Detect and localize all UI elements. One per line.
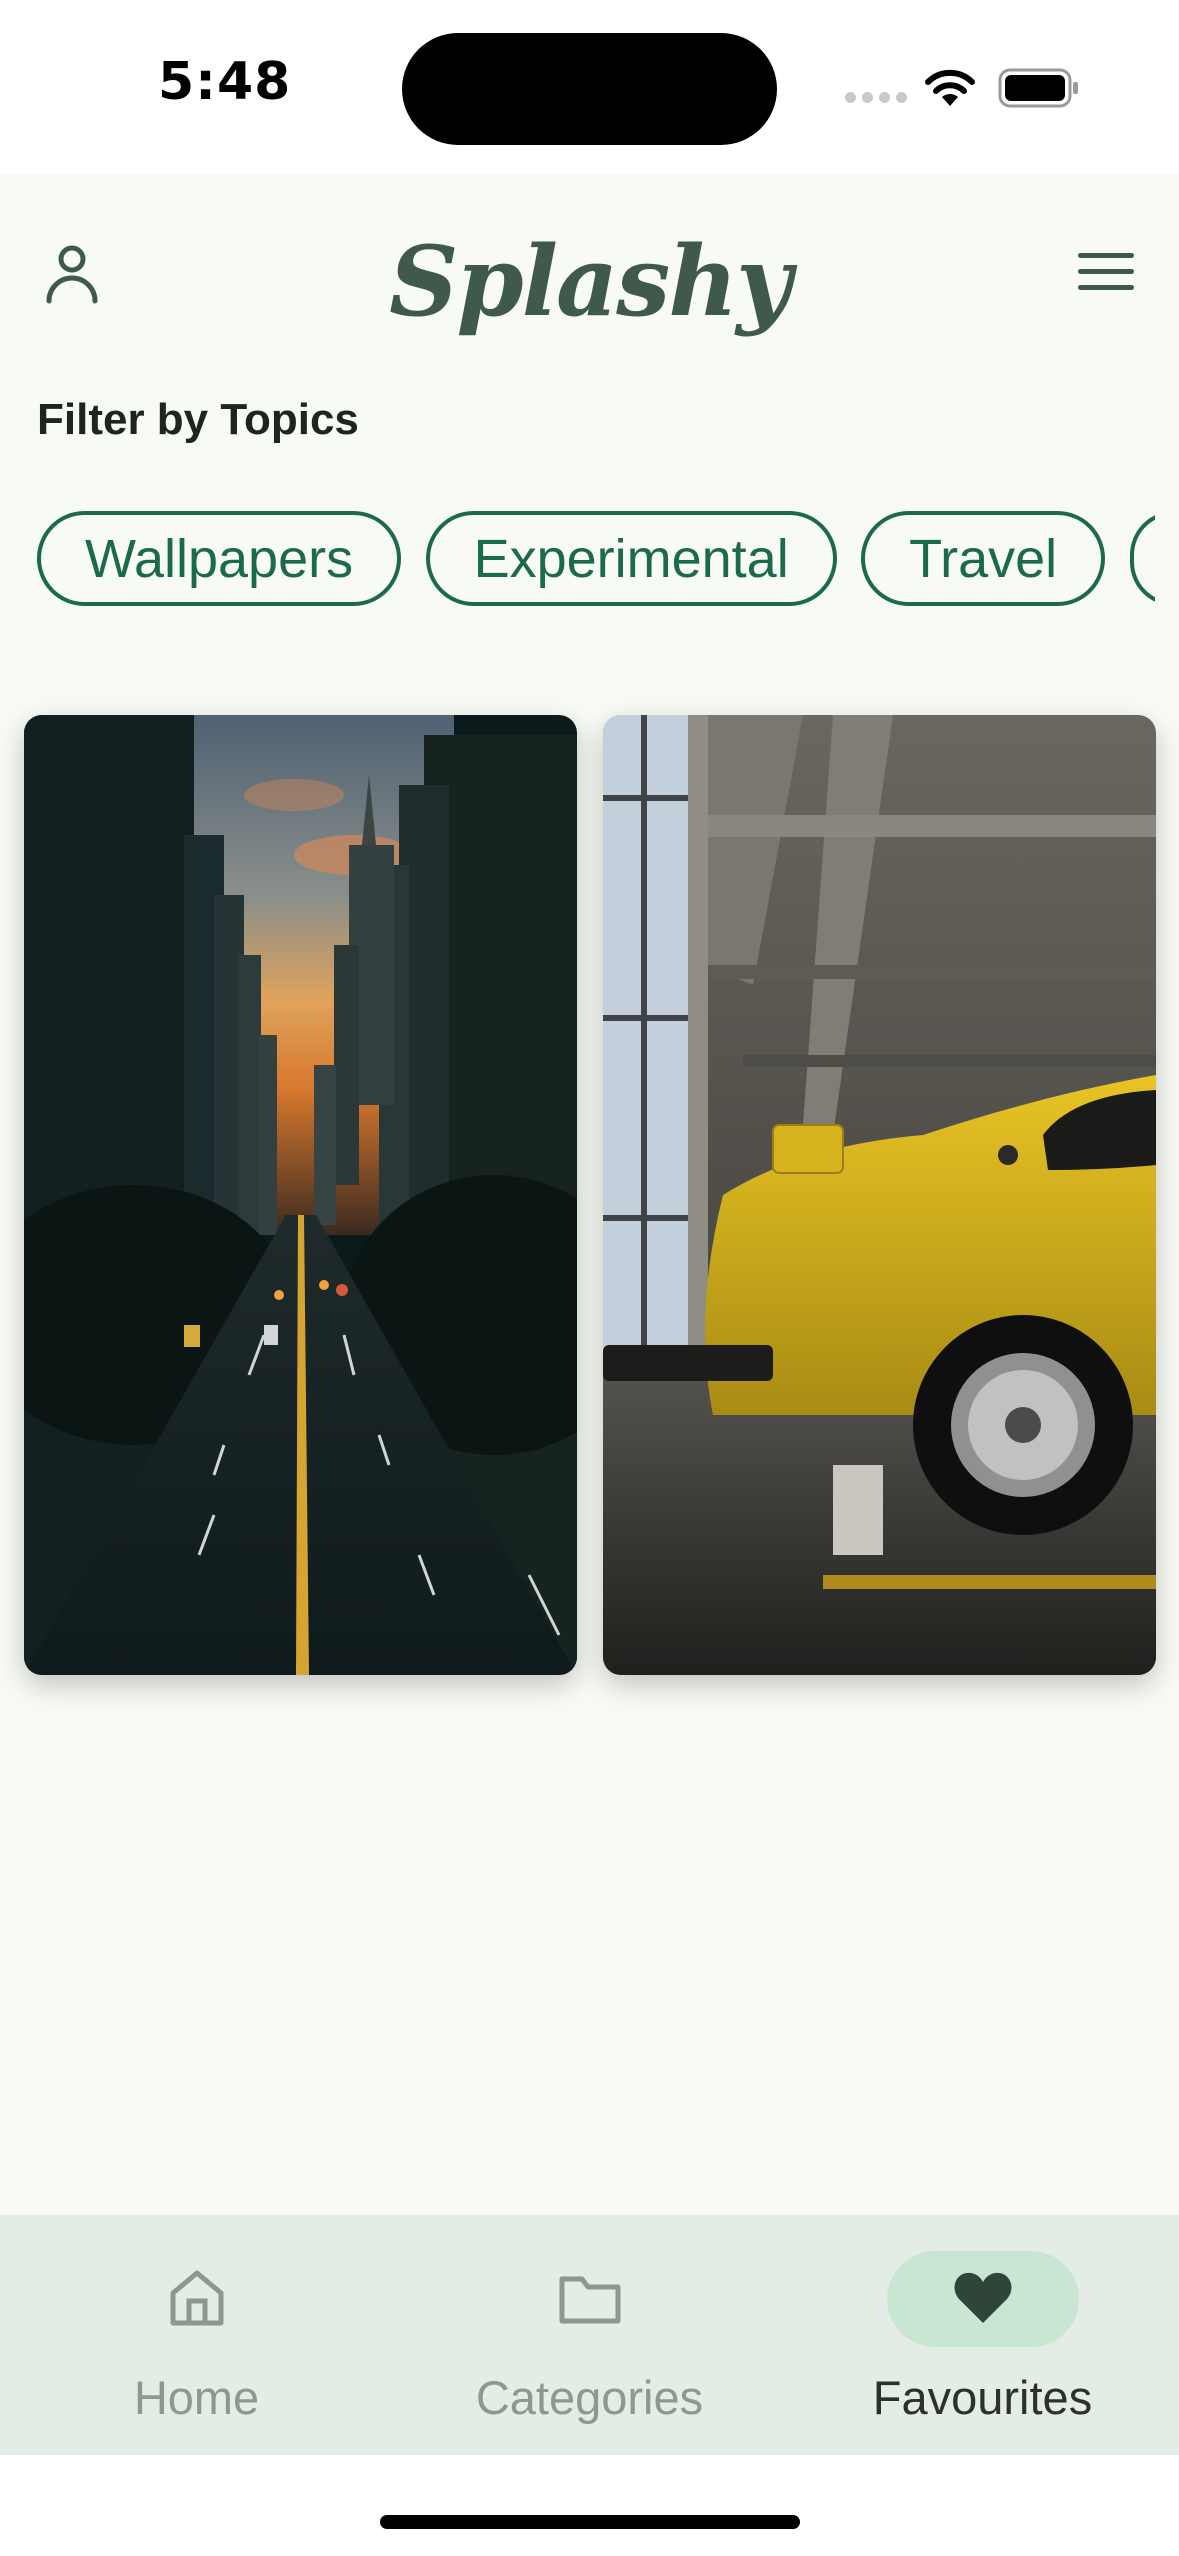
nav-label-home: Home <box>133 2371 260 2424</box>
bottom-navigation: Home Categories Favourites <box>0 2215 1179 2455</box>
nav-label-categories: Categories <box>475 2371 704 2424</box>
app-logo: Splashy <box>389 225 792 338</box>
photo-card[interactable] <box>24 715 577 1675</box>
topic-chip-experimental[interactable]: Experimental <box>425 511 837 606</box>
nav-home[interactable]: Home <box>0 2215 393 2455</box>
filter-heading: Filter by Topics <box>37 395 359 444</box>
dynamic-island <box>402 33 777 145</box>
photo-card[interactable] <box>603 715 1156 1675</box>
folder-icon <box>559 2276 620 2324</box>
nav-favourites[interactable]: Favourites <box>786 2215 1179 2455</box>
nav-label-favourites: Favourites <box>872 2371 1093 2424</box>
home-indicator[interactable] <box>380 2515 800 2529</box>
topic-chip-list[interactable]: Wallpapers Experimental Travel <box>37 511 1155 611</box>
yellow-car-photo <box>603 715 1156 1675</box>
topic-chip-partial[interactable] <box>1129 511 1155 606</box>
home-icon <box>170 2270 223 2326</box>
nav-categories[interactable]: Categories <box>393 2215 786 2455</box>
menu-icon[interactable] <box>1078 251 1134 293</box>
topic-chip-travel[interactable]: Travel <box>861 511 1106 606</box>
status-time: 5:48 <box>158 52 292 112</box>
city-street-photo <box>24 715 577 1675</box>
heart-icon <box>954 2272 1011 2323</box>
topic-chip-wallpapers[interactable]: Wallpapers <box>37 511 402 606</box>
status-bar: 5:48 <box>0 0 1179 175</box>
app-screen: Splashy Filter by Topics Wallpapers Expe… <box>0 175 1179 2215</box>
cellular-signal-icon <box>845 92 907 103</box>
wifi-icon <box>925 69 975 106</box>
battery-icon <box>998 68 1078 108</box>
